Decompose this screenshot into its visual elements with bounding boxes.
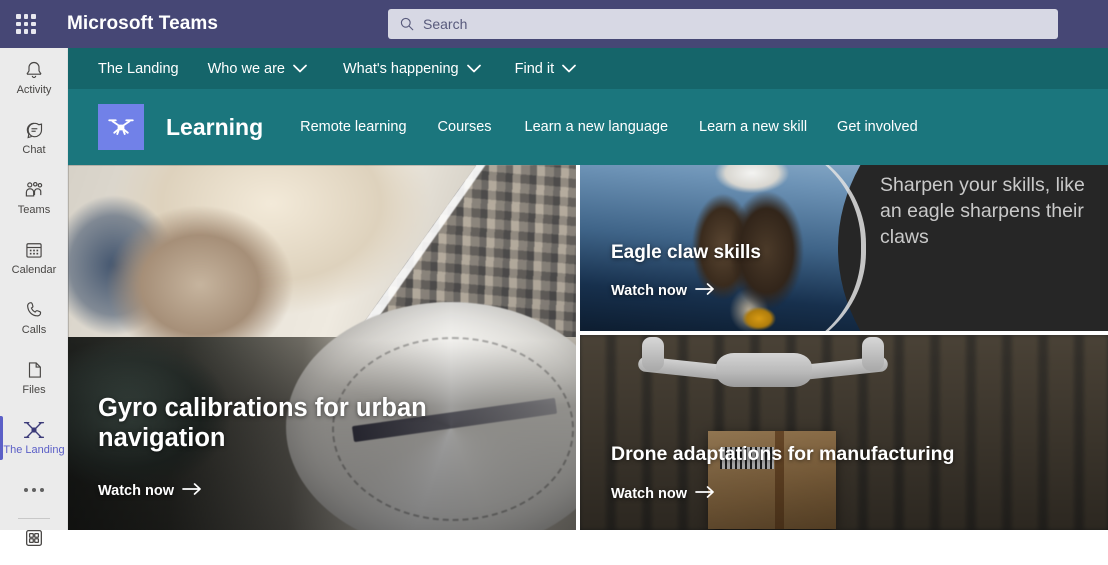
learning-link-learn-a-new-language[interactable]: Learn a new language xyxy=(525,119,669,135)
sidebar-item-label: Files xyxy=(22,384,46,396)
bell-icon xyxy=(22,59,46,81)
card-quote: Sharpen your skills, like an eagle sharp… xyxy=(880,174,1085,248)
chat-icon xyxy=(22,119,46,141)
phone-icon xyxy=(22,299,46,321)
card-eagle-claw-skills[interactable]: Sharpen your skills, like an eagle sharp… xyxy=(580,165,1108,331)
learning-site-header: Learning Remote learning Courses Learn a… xyxy=(68,89,1108,165)
card-title: Gyro calibrations for urban navigation xyxy=(98,394,427,453)
sidebar-item-the-landing[interactable]: The Landing xyxy=(0,408,68,468)
sidebar-item-label: Activity xyxy=(16,84,52,96)
sidebar-item-files[interactable]: Files xyxy=(0,348,68,408)
card-arc-divider xyxy=(746,165,866,331)
site-navigation-bar: The Landing Who we are What's happening … xyxy=(68,48,1108,89)
search-placeholder: Search xyxy=(423,16,468,32)
top-app-bar: Microsoft Teams Search xyxy=(0,0,1108,48)
nav-item-label: The Landing xyxy=(98,60,179,77)
ellipsis-icon[interactable] xyxy=(0,468,68,512)
sidebar-item-label: Teams xyxy=(17,204,51,216)
grid-apps-icon[interactable] xyxy=(13,11,39,37)
card-drone-adaptations[interactable]: Drone adaptations for manufacturing Watc… xyxy=(580,335,1108,530)
card-gyro-calibrations[interactable]: Gyro calibrations for urban navigation W… xyxy=(68,165,576,530)
sidebar-item-label: Calls xyxy=(21,324,47,336)
arrow-right-icon xyxy=(695,486,715,502)
card-scrim xyxy=(68,165,576,530)
page-title: Learning xyxy=(166,113,264,140)
nav-item-label: Who we are xyxy=(207,60,285,77)
chevron-down-icon xyxy=(293,61,307,77)
arrow-right-icon xyxy=(182,483,202,499)
learning-links: Remote learning Courses Learn a new lang… xyxy=(300,119,918,135)
learning-link-courses[interactable]: Courses xyxy=(438,119,492,135)
sidebar-item-teams[interactable]: Teams xyxy=(0,168,68,228)
card-title: Drone adaptations for manufacturing xyxy=(611,443,955,465)
learning-link-remote-learning[interactable]: Remote learning xyxy=(300,119,406,135)
sidebar-item-activity[interactable]: Activity xyxy=(0,48,68,108)
watch-now-label: Watch now xyxy=(611,486,687,502)
file-icon xyxy=(22,359,46,381)
drone-icon xyxy=(98,104,144,150)
nav-item-who-we-are[interactable]: Who we are xyxy=(208,61,307,77)
search-input[interactable]: Search xyxy=(388,9,1058,39)
nav-item-label: Find it xyxy=(514,60,555,77)
sidebar-item-label: The Landing xyxy=(3,444,65,456)
learning-link-learn-a-new-skill[interactable]: Learn a new skill xyxy=(699,119,807,135)
people-icon xyxy=(22,179,46,201)
chevron-down-icon xyxy=(562,61,576,77)
watch-now-link[interactable]: Watch now xyxy=(611,486,715,502)
sidebar-item-label: Calendar xyxy=(11,264,57,276)
sidebar-item-chat[interactable]: Chat xyxy=(0,108,68,168)
nav-item-whats-happening[interactable]: What's happening xyxy=(343,61,481,77)
learning-link-get-involved[interactable]: Get involved xyxy=(837,119,918,135)
drone-icon xyxy=(22,419,46,441)
nav-item-find-it[interactable]: Find it xyxy=(515,61,577,77)
sidebar-item-calendar[interactable]: Calendar xyxy=(0,228,68,288)
left-navigation-rail: Activity Chat Teams Calendar Calls Files… xyxy=(0,48,68,546)
arrow-right-icon xyxy=(695,283,715,299)
watch-now-link[interactable]: Watch now xyxy=(611,283,715,299)
sidebar-item-label: Chat xyxy=(22,144,46,156)
chevron-down-icon xyxy=(466,61,481,77)
watch-now-link[interactable]: Watch now xyxy=(98,483,202,499)
nav-item-label: What's happening xyxy=(343,60,459,77)
nav-item-the-landing[interactable]: The Landing xyxy=(98,61,179,77)
watch-now-label: Watch now xyxy=(98,483,174,499)
calendar-icon xyxy=(22,239,46,261)
card-title: Eagle claw skills xyxy=(611,242,761,263)
search-icon xyxy=(400,17,414,31)
app-title: Microsoft Teams xyxy=(67,13,219,34)
watch-now-label: Watch now xyxy=(611,283,687,299)
apps-store-icon[interactable] xyxy=(0,519,68,565)
sidebar-item-calls[interactable]: Calls xyxy=(0,288,68,348)
content-area: Gyro calibrations for urban navigation W… xyxy=(68,165,1108,530)
